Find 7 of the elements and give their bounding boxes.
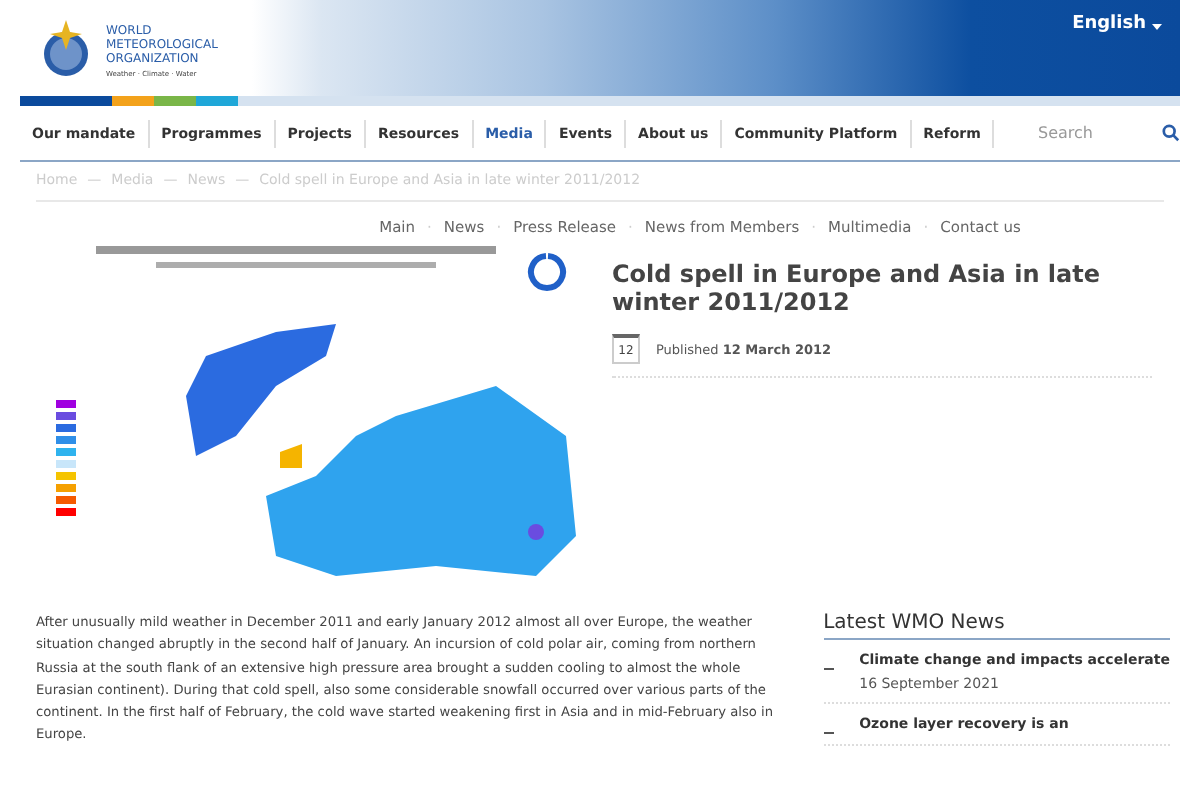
dash-icon	[823, 732, 834, 734]
article-title: Cold spell in Europe and Asia in late winter 2011/2012	[612, 260, 1102, 316]
language-selector[interactable]: English	[1072, 14, 1146, 34]
sidebar-heading: Latest WMO News	[823, 612, 1170, 640]
search-icon[interactable]	[1162, 124, 1180, 142]
dash-icon	[823, 668, 834, 670]
caret-icon	[1152, 24, 1162, 30]
